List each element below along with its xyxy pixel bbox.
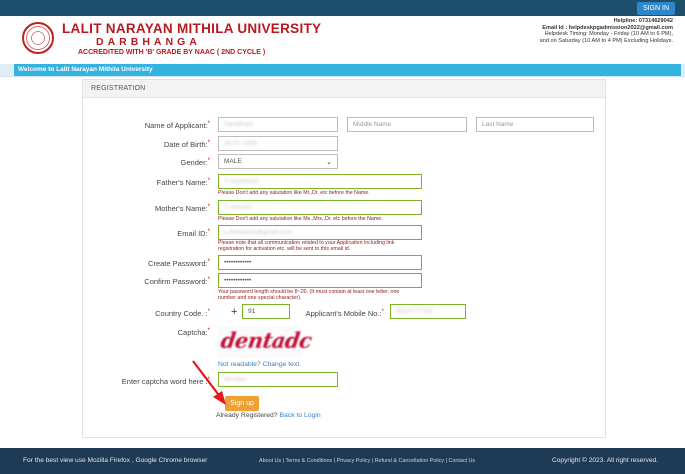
email-note: Please note that all communication relat…: [218, 240, 395, 252]
father-name-note: Please Don't add any salutation like Mr.…: [218, 190, 370, 196]
password-note: Your password length should be 8~20. (It…: [218, 289, 400, 301]
browser-note: For the best view use Mozilla Firefox , …: [23, 457, 208, 464]
chevron-down-icon: ⌄: [326, 159, 332, 166]
university-city: DARBHANGA: [96, 36, 201, 48]
helpline-line: Email Id : helpdeskpgadmission2022@gmail…: [542, 24, 673, 31]
helpline-line: Helpline: 07314629042: [613, 18, 673, 24]
mobile-label: Applicant's Mobile No.:*: [305, 309, 384, 318]
university-logo: [22, 22, 54, 54]
first-name-input[interactable]: Sambhavi: [218, 117, 338, 132]
mother-name-note: Please Don't add any salutation like Ms.…: [218, 216, 383, 222]
create-password-input[interactable]: ••••••••••••: [218, 255, 422, 270]
gender-select[interactable]: MALE ⌄: [218, 154, 338, 169]
top-bar: SIGN IN: [0, 0, 685, 16]
welcome-text: Welcome to Lalit Narayan Mithila Univers…: [14, 64, 681, 76]
captcha-image: dentadc: [217, 326, 313, 358]
father-name-input[interactable]: T Sambhavi: [218, 174, 422, 189]
captcha-entry-label: Enter captcha word here :*: [121, 377, 210, 386]
confirm-password-label: Confirm Password:*: [144, 277, 210, 286]
captcha-label: Captcha:*: [177, 328, 210, 337]
email-input[interactable]: s.drinbento@gmail.com: [218, 225, 422, 240]
confirm-password-input[interactable]: ••••••••••••: [218, 273, 422, 288]
mother-name-label: Mother's Name:*: [154, 204, 210, 213]
captcha-text: dentadc: [219, 328, 314, 353]
mother-name-input[interactable]: T Hematri: [218, 200, 422, 215]
dob-label: Date of Birth:*: [163, 140, 210, 149]
email-label: Email ID:*: [177, 229, 210, 238]
site-header: LALIT NARAYAN MITHILA UNIVERSITY DARBHAN…: [0, 16, 685, 64]
create-password-label: Create Password:*: [148, 259, 210, 268]
helpline-line: and on Saturday (10 AM to 4 PM) Excludin…: [539, 37, 673, 44]
footer-links[interactable]: About Us | Terms & Conditions | Privacy …: [259, 458, 475, 464]
father-name-label: Father's Name:*: [156, 178, 210, 187]
middle-name-input[interactable]: Middle Name: [347, 117, 467, 132]
captcha-entry-input[interactable]: dentadc: [218, 372, 338, 387]
accreditation-text: ACCREDITED WITH 'B' GRADE BY NAAC ( 2ND …: [78, 49, 266, 56]
dob-input[interactable]: 26-07-1996: [218, 136, 338, 151]
sign-in-button[interactable]: SIGN IN: [636, 2, 675, 15]
back-to-login-link[interactable]: Back to Login: [279, 412, 320, 419]
last-name-input[interactable]: Last Name: [476, 117, 594, 132]
country-code-input[interactable]: 91: [242, 304, 290, 319]
copyright-text: Copyright © 2023. All right reserved.: [551, 457, 658, 464]
site-footer: For the best view use Mozilla Firefox , …: [0, 448, 685, 474]
change-captcha-link[interactable]: Not readable? Change text.: [218, 361, 301, 368]
registration-heading: REGISTRATION: [83, 80, 605, 98]
name-label: Name of Applicant:*: [144, 121, 210, 130]
university-name: LALIT NARAYAN MITHILA UNIVERSITY: [62, 21, 322, 36]
helpline-info: Helpline: 07314629042 Email Id : helpdes…: [473, 18, 673, 44]
sign-up-button[interactable]: Sign up: [225, 396, 259, 411]
mobile-input[interactable]: 9510777764: [390, 304, 466, 319]
plus-sign: +: [231, 306, 238, 318]
welcome-bar: Welcome to Lalit Narayan Mithila Univers…: [0, 64, 685, 77]
gender-label: Gender:*: [180, 158, 210, 167]
already-registered-text: Already Registered? Back to Login: [216, 412, 321, 419]
country-code-label: Country Code. :*: [155, 309, 210, 318]
helpline-line: Helpdesk Timing: Monday - Friday (10 AM …: [544, 31, 673, 38]
